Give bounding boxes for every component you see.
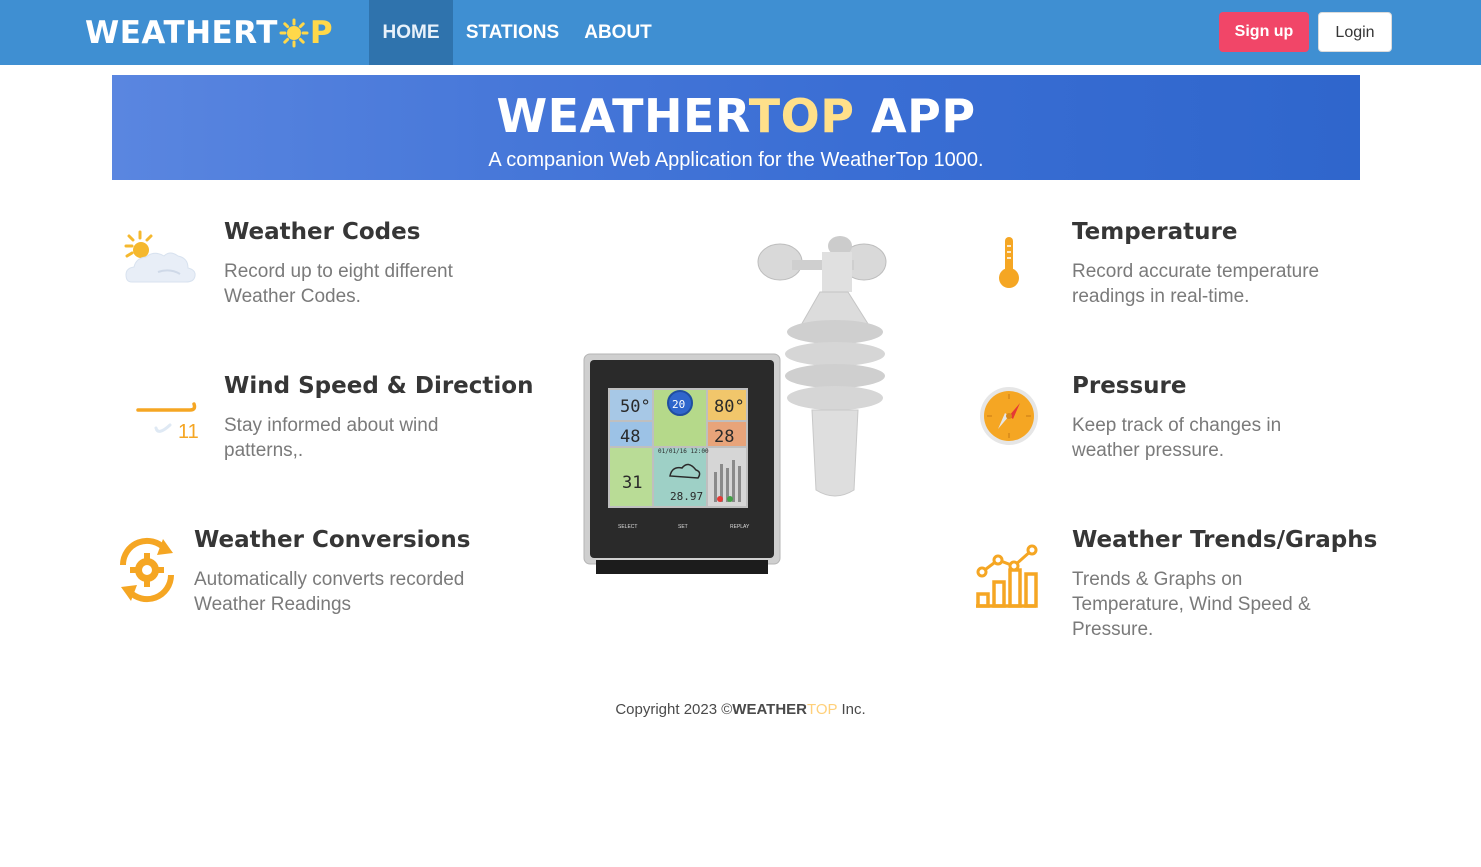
weather-station-image: 50° 20 80° 48 28 01/01/16 12:00 31 28.97…: [580, 232, 890, 578]
display-datetime: 01/01/16 12:00: [658, 448, 709, 455]
display-wind-chill: 31: [622, 473, 642, 493]
display-temp-in: 80°: [714, 397, 745, 417]
login-button[interactable]: Login: [1318, 12, 1392, 52]
display-temp-out: 50°: [620, 397, 651, 417]
hero-title-part2: TOP: [748, 89, 855, 143]
display-wind: 20: [672, 398, 685, 411]
nav-stations[interactable]: STATIONS: [455, 0, 570, 65]
display-btn-select: SELECT: [618, 524, 637, 530]
wind-title: Wind Speed & Direction: [224, 373, 534, 399]
display-humidity-out: 48: [620, 427, 640, 447]
wind-icon-value: 11: [178, 421, 199, 442]
wind-icon: 11: [134, 400, 204, 443]
hero-subtitle: A companion Web Application for the Weat…: [488, 149, 984, 171]
display-btn-set: SET: [678, 524, 688, 530]
hero-title-part1: WEATHER: [496, 89, 749, 143]
pressure-title: Pressure: [1072, 373, 1187, 399]
footer-brand-1: WEATHER: [732, 701, 807, 718]
signup-button[interactable]: Sign up: [1219, 12, 1309, 52]
footer-prefix: Copyright 2023 ©: [615, 701, 733, 718]
conversion-gear-icon: [113, 535, 181, 605]
hero-banner: WEATHERTOP APP A companion Web Applicati…: [112, 75, 1360, 180]
weather-codes-title: Weather Codes: [224, 219, 421, 245]
footer-suffix: Inc.: [837, 701, 866, 718]
display-btn-replay: REPLAY: [730, 524, 750, 530]
nav-about[interactable]: ABOUT: [574, 0, 662, 65]
weather-codes-desc: Record up to eight different Weather Cod…: [224, 261, 453, 307]
thermometer-icon: [996, 234, 1022, 290]
conversions-title: Weather Conversions: [194, 527, 471, 553]
brand-logo[interactable]: WEATHERT P: [85, 13, 333, 53]
conversions-desc: Automatically converts recorded Weather …: [194, 569, 465, 615]
navbar: WEATHERT P HOME STATIONS ABOUT Sign up L…: [0, 0, 1481, 65]
nav-home[interactable]: HOME: [369, 0, 453, 65]
trends-desc: Trends & Graphs on Temperature, Wind Spe…: [1072, 569, 1311, 640]
display-humidity-in: 28: [714, 427, 734, 447]
display-pressure: 28.97: [670, 490, 703, 503]
trends-title: Weather Trends/Graphs: [1072, 527, 1378, 553]
brand-text-2: P: [309, 15, 334, 51]
footer-brand-2: TOP: [807, 701, 838, 718]
hero-title-part3: APP: [854, 89, 976, 143]
sun-cloud-icon: [118, 228, 198, 288]
sun-icon: [279, 18, 309, 48]
trends-chart-icon: [974, 542, 1040, 610]
console-display: 50° 20 80° 48 28 01/01/16 12:00 31 28.97…: [583, 353, 781, 574]
temperature-title: Temperature: [1072, 219, 1238, 245]
temperature-desc: Record accurate temperature readings in …: [1072, 261, 1320, 307]
pressure-gauge-icon: [978, 385, 1040, 447]
brand-text-1: WEATHERT: [85, 15, 278, 51]
pressure-desc: Keep track of changes in weather pressur…: [1072, 415, 1282, 461]
wind-desc: Stay informed about wind patterns,.: [224, 415, 439, 461]
footer: Copyright 2023 ©WEATHERTOP Inc.: [0, 701, 1481, 718]
hero-title: WEATHERTOP APP: [112, 89, 1360, 143]
